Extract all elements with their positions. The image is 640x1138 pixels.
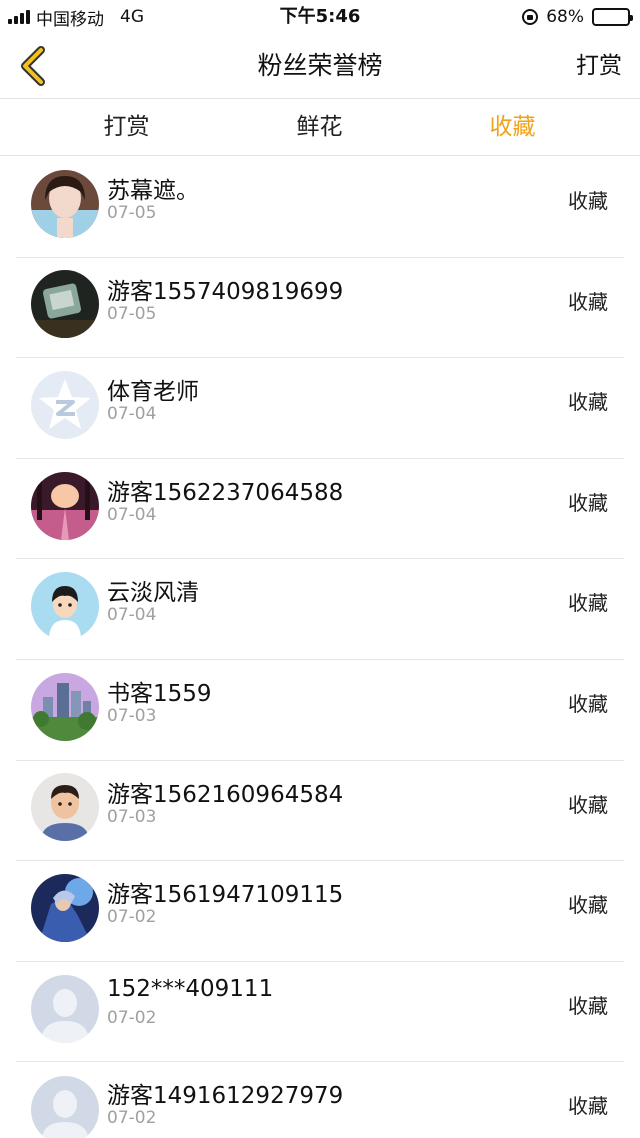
fan-name: 游客1557409819699	[107, 278, 344, 305]
default-user-avatar	[31, 1075, 99, 1138]
dark-photo-avatar	[31, 270, 99, 339]
photo-avatar	[31, 169, 99, 238]
fan-action: 收藏	[568, 893, 608, 918]
list-item[interactable]: 游客1557409819699 07-05 收藏	[16, 258, 624, 359]
page-title: 粉丝荣誉榜	[257, 51, 383, 80]
fan-action: 收藏	[568, 792, 608, 817]
fan-action: 收藏	[568, 289, 608, 314]
fan-date: 07-04	[107, 404, 157, 425]
pink-forest-avatar	[31, 471, 99, 540]
fan-name: 游客1562160964584	[107, 781, 344, 808]
fan-date: 07-02	[107, 907, 157, 928]
fan-date: 07-02	[107, 1007, 157, 1028]
status-right: 68%	[522, 0, 633, 34]
child-photo-avatar	[31, 773, 99, 842]
fan-list: 苏幕遮。 07-05 收藏 游客1557409819699 07-05 收藏 体…	[0, 157, 640, 1138]
fan-date: 07-03	[107, 806, 157, 827]
battery-icon	[592, 8, 633, 26]
fan-action: 收藏	[568, 390, 608, 415]
list-item[interactable]: 游客1561947109115 07-02 收藏	[16, 861, 624, 962]
fan-date: 07-04	[107, 504, 157, 525]
tab-favorites[interactable]: 收藏	[416, 99, 609, 155]
default-user-avatar	[31, 974, 99, 1043]
status-bar: 中国移动 4G 下午5:46 68%	[0, 0, 640, 34]
tab-flowers[interactable]: 鲜花	[223, 99, 416, 155]
fan-name: 游客1491612927979	[107, 1083, 344, 1110]
qzone-star-avatar	[31, 370, 99, 439]
fan-action: 收藏	[568, 189, 608, 213]
fan-date: 07-03	[107, 705, 157, 726]
rotation-lock-icon	[522, 9, 539, 25]
list-item[interactable]: 152***409111 07-02 收藏	[16, 962, 624, 1063]
city-skyline-avatar	[31, 672, 99, 741]
fan-action: 收藏	[568, 1094, 608, 1119]
fan-date: 07-04	[107, 605, 157, 626]
fan-name: 152***409111	[107, 975, 274, 1002]
list-item[interactable]: 游客1491612927979 07-02 收藏	[16, 1062, 624, 1138]
fan-name: 书客1559	[107, 680, 212, 707]
fan-action: 收藏	[568, 691, 608, 716]
list-item[interactable]: 书客1559 07-03 收藏	[16, 660, 624, 761]
list-item[interactable]: 苏幕遮。 07-05 收藏	[16, 157, 624, 258]
battery-percent: 68%	[546, 7, 584, 27]
list-item[interactable]: 游客1562160964584 07-03 收藏	[16, 761, 624, 862]
fan-name: 云淡风清	[107, 580, 199, 607]
fan-date: 07-02	[107, 1108, 157, 1129]
fan-action: 收藏	[568, 490, 608, 515]
nav-bar: 粉丝荣誉榜 打赏	[0, 34, 640, 98]
fan-name: 游客1561947109115	[107, 882, 344, 909]
list-item[interactable]: 云淡风清 07-04 收藏	[16, 559, 624, 660]
cartoon-boy-avatar	[31, 572, 99, 641]
fan-name: 体育老师	[107, 379, 199, 406]
tab-reward[interactable]: 打赏	[30, 99, 223, 155]
list-item[interactable]: 体育老师 07-04 收藏	[16, 358, 624, 459]
reward-button[interactable]: 打赏	[576, 34, 622, 98]
fan-action: 收藏	[568, 591, 608, 616]
tab-bar: 打赏 鲜花 收藏	[0, 98, 640, 156]
fan-date: 07-05	[107, 203, 157, 223]
fan-date: 07-05	[107, 303, 157, 324]
fan-action: 收藏	[568, 993, 608, 1018]
fan-name: 苏幕遮。	[107, 178, 199, 204]
game-character-avatar	[31, 873, 99, 942]
list-item[interactable]: 游客1562237064588 07-04 收藏	[16, 459, 624, 560]
fan-name: 游客1562237064588	[107, 479, 344, 506]
